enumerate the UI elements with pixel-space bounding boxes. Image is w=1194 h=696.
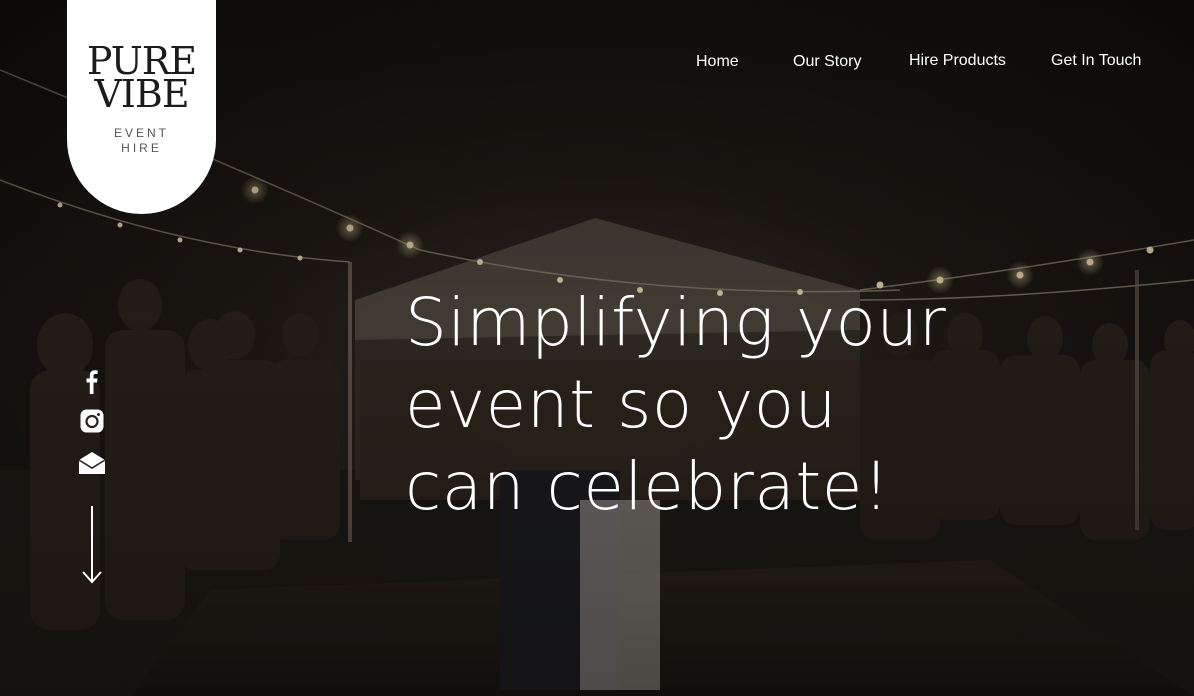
arrow-down-icon[interactable]	[80, 506, 104, 586]
headline-line-3: can celebrate!	[405, 448, 890, 525]
logo-subtitle-hire: HIRE	[121, 141, 162, 155]
facebook-icon[interactable]	[78, 367, 106, 395]
logo-badge[interactable]: PURE VIBE EVENT HIRE	[67, 0, 216, 214]
page: PURE VIBE EVENT HIRE Home Our Story Hire…	[0, 0, 1194, 696]
nav-item-get-in-touch[interactable]: Get In Touch	[1051, 52, 1141, 70]
headline-line-1: Simplifying your	[405, 284, 947, 361]
headline-line-2: event so you	[405, 366, 837, 443]
logo-wordmark-line2: VIBE	[94, 72, 189, 116]
main-nav: Home Our Story Hire Products Get In Touc…	[0, 52, 1194, 74]
nav-item-our-story[interactable]: Our Story	[793, 53, 861, 71]
mail-icon[interactable]	[78, 449, 106, 477]
instagram-icon[interactable]	[78, 407, 106, 435]
nav-item-hire-products[interactable]: Hire Products	[909, 52, 1006, 70]
logo-subtitle-event: EVENT	[113, 126, 169, 140]
nav-item-home[interactable]: Home	[696, 53, 739, 71]
hero-headline: Simplifying your event so you can celebr…	[405, 282, 965, 528]
